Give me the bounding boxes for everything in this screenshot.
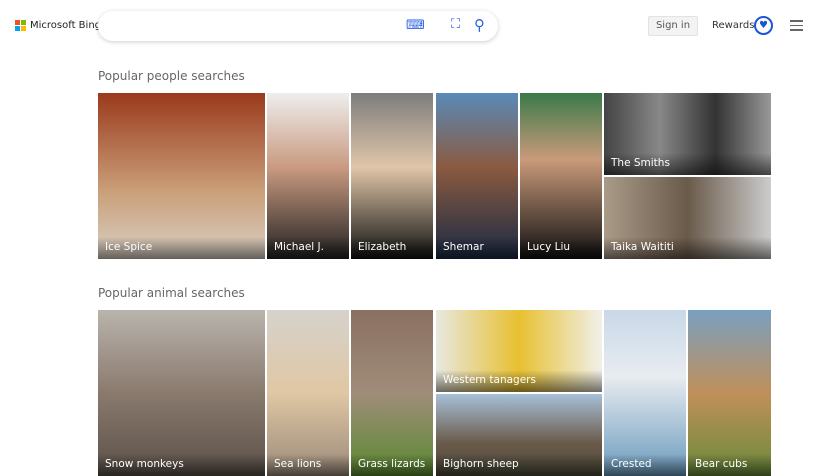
tile-label: The Smiths — [604, 153, 771, 175]
animals-section-title: Popular animal searches — [98, 286, 245, 300]
animal-tile[interactable]: Bighorn sheep — [436, 394, 602, 476]
animal-tile[interactable]: Bear cubs — [688, 310, 771, 476]
sign-in-button[interactable]: Sign in — [648, 16, 698, 36]
rewards-link[interactable]: Rewards — [712, 20, 754, 31]
animal-tile[interactable]: Snow monkeys — [98, 310, 265, 476]
tile-label: Snow monkeys — [98, 454, 265, 476]
tile-label: Bear cubs — [688, 454, 771, 476]
people-tile[interactable]: Shemar Moore — [436, 93, 518, 259]
tile-label: Western tanagers — [436, 370, 602, 392]
people-tile[interactable]: Michael J. Fox — [267, 93, 349, 259]
brand-name: Microsoft Bing — [30, 20, 102, 31]
tile-label: Shemar Moore — [436, 237, 518, 259]
animal-tile[interactable]: Western tanagers — [436, 310, 602, 392]
search-box[interactable]: ⌨ ⛶ ⚲ — [98, 11, 498, 41]
tile-label: Michael J. Fox — [267, 237, 349, 259]
tile-label: Elizabeth — [351, 237, 433, 259]
people-tile[interactable]: Ice Spice — [98, 93, 265, 259]
tile-label: Crested couas — [604, 454, 686, 476]
tile-label: Ice Spice — [98, 237, 265, 259]
visual-search-icon[interactable]: ⛶ — [451, 17, 460, 32]
tile-label: Taika Waititi — [604, 237, 771, 259]
people-tile[interactable]: Lucy Liu — [520, 93, 602, 259]
animal-tile[interactable]: Sea lions — [267, 310, 349, 476]
people-tile[interactable]: The Smiths — [604, 93, 771, 175]
rewards-medal-icon[interactable]: ♥ — [754, 16, 773, 35]
hamburger-menu-icon[interactable] — [790, 20, 803, 34]
search-icon[interactable]: ⚲ — [474, 16, 485, 34]
people-tile[interactable]: Taika Waititi — [604, 177, 771, 259]
bing-logo[interactable]: Microsoft Bing — [15, 20, 101, 31]
keyboard-icon[interactable]: ⌨ — [406, 18, 425, 33]
people-tile[interactable]: Elizabeth — [351, 93, 433, 259]
animal-tile[interactable]: Grass lizards — [351, 310, 433, 476]
tile-label: Bighorn sheep — [436, 454, 602, 476]
people-section-title: Popular people searches — [98, 69, 245, 83]
tile-label: Lucy Liu — [520, 237, 602, 259]
search-input[interactable] — [112, 18, 392, 32]
microsoft-logo-icon — [15, 20, 26, 31]
tile-label: Sea lions — [267, 454, 349, 476]
animal-tile[interactable]: Crested couas — [604, 310, 686, 476]
tile-label: Grass lizards — [351, 454, 433, 476]
